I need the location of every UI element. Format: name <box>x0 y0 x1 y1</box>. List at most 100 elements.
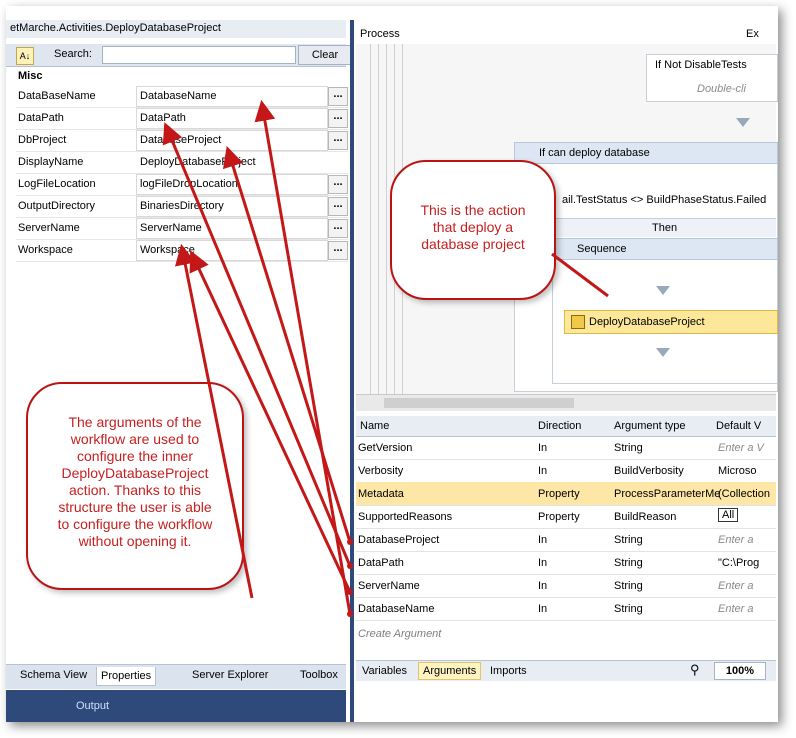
sort-alphabetical-icon[interactable]: A↓ <box>16 47 34 65</box>
property-value: BinariesDirectory <box>140 200 224 212</box>
arg-type: ProcessParameterMe <box>614 488 721 500</box>
arg-type: BuildVerbosity <box>614 465 684 477</box>
arg-default-dropdown[interactable]: All <box>718 508 739 522</box>
arg-direction: In <box>538 580 548 592</box>
property-name: LogFileLocation <box>18 178 96 190</box>
col-name-header[interactable]: Name <box>360 420 389 432</box>
search-input[interactable] <box>102 46 296 64</box>
callout-line: database project <box>421 236 525 252</box>
ellipsis-button[interactable]: ... <box>328 197 348 216</box>
output-tab-strip: Output <box>6 690 346 722</box>
if-not-title: If Not DisableTests <box>655 59 747 71</box>
designer-title-bar: Process Ex <box>356 24 776 45</box>
ellipsis-button[interactable]: ... <box>328 87 348 106</box>
callout-line: without opening it. <box>78 533 192 549</box>
then-label: Then <box>652 222 678 234</box>
property-value: ServerName <box>140 222 202 234</box>
horizontal-scrollbar[interactable] <box>356 394 776 411</box>
tab-toolbox[interactable]: Toolbox <box>300 669 338 681</box>
tab-schema-view[interactable]: Schema View <box>20 669 87 681</box>
property-row: DataBaseName DatabaseName ... <box>16 86 348 108</box>
condition-text: ail.TestStatus <> BuildPhaseStatus.Faile… <box>562 194 767 206</box>
col-default-header[interactable]: Default V <box>716 420 761 432</box>
arg-name: SupportedReasons <box>358 511 453 523</box>
drop-arrow-icon <box>656 286 670 295</box>
scrollbar-thumb[interactable] <box>384 398 574 408</box>
ellipsis-button[interactable]: ... <box>328 131 348 150</box>
arg-direction: Property <box>538 488 580 500</box>
expand-all-link[interactable]: Ex <box>746 28 759 40</box>
arg-type: String <box>614 603 643 615</box>
property-value: DeployDatabaseProject <box>140 156 256 168</box>
sequence-header: Sequence <box>552 238 778 260</box>
callout-line: The arguments of the <box>68 414 202 430</box>
ellipsis-button[interactable]: ... <box>328 109 348 128</box>
tab-output[interactable]: Output <box>76 700 109 712</box>
property-name: Workspace <box>18 244 73 256</box>
arg-name: DatabaseName <box>358 603 435 615</box>
property-name: DataPath <box>18 112 64 124</box>
arg-type: String <box>614 442 643 454</box>
misc-section-header: Misc <box>18 70 43 82</box>
property-value: DataPath <box>140 112 186 124</box>
argument-row-selected[interactable]: Metadata Property ProcessParameterMe (Co… <box>356 482 776 506</box>
tab-imports[interactable]: Imports <box>490 665 527 677</box>
tab-properties[interactable]: Properties <box>96 667 157 686</box>
argument-row[interactable]: DataPath In String "C:\Prog <box>356 551 776 575</box>
argument-row[interactable]: DatabaseName In String Enter a <box>356 597 776 621</box>
ellipsis-button[interactable]: ... <box>328 175 348 194</box>
property-value-field[interactable]: DatabaseName <box>136 86 328 107</box>
argument-row[interactable]: GetVersion In String Enter a V <box>356 436 776 460</box>
argument-row[interactable]: DatabaseProject In String Enter a <box>356 528 776 552</box>
deploy-activity-label: DeployDatabaseProject <box>589 316 705 328</box>
tab-server-explorer[interactable]: Server Explorer <box>192 669 268 681</box>
property-value-field[interactable]: DeployDatabaseProject <box>136 152 328 173</box>
clear-button[interactable]: Clear <box>298 45 352 65</box>
drop-arrow-icon <box>656 348 670 357</box>
arg-name: DataPath <box>358 557 404 569</box>
property-name: DbProject <box>18 134 67 146</box>
property-value-field[interactable]: DataPath <box>136 108 328 129</box>
property-value-field[interactable]: BinariesDirectory <box>136 196 328 217</box>
if-can-deploy-title: If can deploy database <box>539 147 650 159</box>
arg-name: GetVersion <box>358 442 413 454</box>
property-row: OutputDirectory BinariesDirectory ... <box>16 196 348 218</box>
property-value-field[interactable]: DatabaseProject <box>136 130 328 151</box>
ellipsis-button[interactable]: ... <box>328 241 348 260</box>
search-icon[interactable]: ⚲ <box>690 662 700 678</box>
arg-name: Metadata <box>358 488 404 500</box>
arg-default[interactable]: Enter a <box>718 580 753 592</box>
zoom-level[interactable]: 100% <box>714 662 766 680</box>
argument-row[interactable]: SupportedReasons Property BuildReason Al… <box>356 505 776 529</box>
property-value-field[interactable]: logFileDropLocation <box>136 174 328 195</box>
arg-default[interactable]: Enter a V <box>718 442 764 454</box>
arg-default[interactable]: Enter a <box>718 603 753 615</box>
arg-direction: In <box>538 442 548 454</box>
callout-line: to configure the workflow <box>57 516 213 532</box>
tab-arguments[interactable]: Arguments <box>418 662 482 680</box>
if-not-activity[interactable]: If Not DisableTests Double-cli <box>646 54 778 102</box>
col-type-header[interactable]: Argument type <box>614 420 686 432</box>
property-value-field[interactable]: ServerName <box>136 218 328 239</box>
properties-search-bar: A↓ Search: Clear <box>6 44 352 67</box>
arg-direction: Property <box>538 511 580 523</box>
arg-default[interactable]: Enter a <box>718 534 753 546</box>
argument-row[interactable]: ServerName In String Enter a <box>356 574 776 598</box>
create-argument-link[interactable]: Create Argument <box>358 628 441 640</box>
ellipsis-button[interactable]: ... <box>328 219 348 238</box>
tab-variables[interactable]: Variables <box>362 665 407 677</box>
arg-default[interactable]: (Collection <box>718 488 770 500</box>
arg-name: Verbosity <box>358 465 404 477</box>
properties-title: etMarche.Activities.DeployDatabaseProjec… <box>10 22 221 34</box>
panel-divider[interactable] <box>350 20 354 722</box>
argument-row[interactable]: Verbosity In BuildVerbosity Microso <box>356 459 776 483</box>
col-direction-header[interactable]: Direction <box>538 420 581 432</box>
then-header: Then <box>552 218 776 237</box>
property-value: DatabaseProject <box>140 134 222 146</box>
deploy-database-project-activity[interactable]: DeployDatabaseProject <box>564 310 778 334</box>
arg-name: DatabaseProject <box>358 534 440 546</box>
arg-default[interactable]: Microso <box>718 465 757 477</box>
arg-default[interactable]: "C:\Prog <box>718 557 759 569</box>
property-name: OutputDirectory <box>18 200 96 212</box>
property-value-field[interactable]: Workspace <box>136 240 328 261</box>
